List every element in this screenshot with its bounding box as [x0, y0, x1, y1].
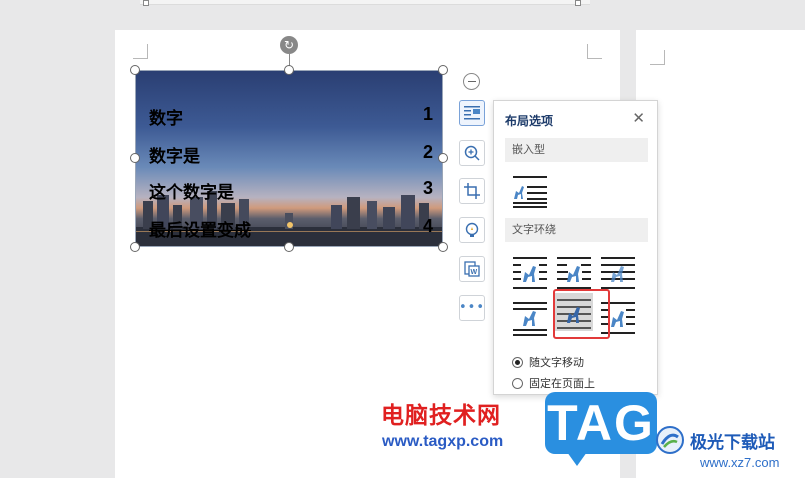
inline-layout-option[interactable] [511, 172, 549, 210]
move-with-text-label: 随文字移动 [529, 356, 584, 369]
line-text: 这个数字是 [149, 183, 234, 203]
rotate-handle-icon[interactable]: ↻ [280, 36, 298, 54]
convert-document-icon: W [464, 261, 480, 277]
image-text-line: 这个数字是 3 [149, 178, 433, 203]
section-inline-label: 嵌入型 [505, 138, 648, 162]
lightbulb-icon [465, 222, 479, 237]
collapse-toolbar-button[interactable] [463, 73, 480, 90]
crop-icon [464, 183, 480, 199]
margin-corner-mark [133, 44, 148, 59]
layout-options-icon [464, 106, 480, 120]
watermark-brand-url: www.xz7.com [700, 455, 780, 470]
more-options-button[interactable]: ••• [459, 295, 485, 321]
fixed-on-page-option[interactable]: 固定在页面上 [512, 375, 595, 391]
line-number: 3 [422, 178, 433, 198]
line-number: 2 [422, 142, 433, 162]
fixed-on-page-label: 固定在页面上 [529, 377, 595, 390]
tight-wrap-option[interactable] [555, 254, 593, 292]
highlight-annotation-box [553, 289, 610, 339]
selected-image[interactable]: 数字 1 数字是 2 这个数字是 3 最后设置变成 4 [135, 70, 443, 247]
more-dots-icon: ••• [459, 300, 486, 315]
line-number: 4 [422, 216, 433, 236]
zoom-in-button[interactable] [459, 140, 485, 166]
radio-button-selected[interactable] [512, 356, 523, 368]
resize-handle-top[interactable] [284, 65, 294, 75]
ruler-indent-marker[interactable] [143, 0, 149, 6]
watermark-site-name: 电脑技术网 [381, 403, 501, 429]
image-to-document-button[interactable]: W [459, 256, 485, 282]
section-wrap-label: 文字环绕 [505, 218, 648, 242]
margin-corner-mark [587, 44, 602, 59]
idea-button[interactable] [459, 217, 485, 243]
resize-handle-bottom[interactable] [284, 242, 294, 252]
close-icon[interactable]: ✕ [632, 111, 645, 126]
horizontal-ruler[interactable] [140, 0, 590, 5]
layout-options-panel: 布局选项 ✕ 嵌入型 文字环绕 随文字移动 固定在页面上 [493, 100, 658, 395]
resize-handle-left[interactable] [130, 153, 140, 163]
margin-corner-mark [650, 50, 665, 65]
image-text-line: 最后设置变成 4 [149, 216, 433, 241]
crop-button[interactable] [459, 178, 485, 204]
line-text: 最后设置变成 [149, 221, 251, 241]
aurora-logo-icon [656, 426, 684, 454]
resize-handle-right[interactable] [438, 153, 448, 163]
move-with-text-option[interactable]: 随文字移动 [512, 354, 584, 370]
next-page[interactable] [636, 30, 805, 478]
line-text: 数字 [149, 109, 183, 129]
line-text: 数字是 [149, 147, 200, 167]
zoom-in-icon [464, 145, 480, 161]
top-bottom-wrap-option[interactable] [511, 299, 549, 337]
tag-logo-badge: TAG [545, 392, 657, 466]
line-number: 1 [422, 104, 433, 124]
watermark-brand-name: 极光下载站 [690, 433, 775, 453]
watermark-site-url: www.tagxp.com [382, 433, 504, 450]
resize-handle-bottom-right[interactable] [438, 242, 448, 252]
behind-text-option[interactable] [599, 254, 637, 292]
resize-handle-bottom-left[interactable] [130, 242, 140, 252]
ruler-right-marker[interactable] [575, 0, 581, 6]
square-wrap-option[interactable] [511, 254, 549, 292]
resize-handle-top-left[interactable] [130, 65, 140, 75]
radio-button[interactable] [512, 377, 523, 389]
layout-options-button[interactable] [459, 100, 485, 126]
panel-title: 布局选项 [505, 114, 554, 128]
image-text-line: 数字 1 [149, 104, 433, 129]
svg-text:W: W [471, 269, 478, 276]
resize-handle-top-right[interactable] [438, 65, 448, 75]
image-text-line: 数字是 2 [149, 142, 433, 167]
